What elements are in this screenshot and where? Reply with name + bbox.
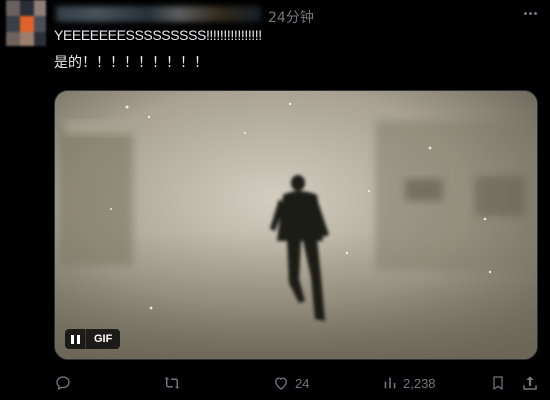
post-timestamp[interactable]: 24分钟 [268, 7, 314, 27]
heart-icon [275, 377, 287, 390]
bookmark-icon [493, 376, 503, 390]
more-icon-dot [528, 11, 532, 15]
share-icon [523, 376, 537, 390]
tweet: 24分钟 YEEEEEEESSSSSSSSS!!!!!!!!!!!!!!!! 是… [0, 0, 550, 400]
more-icon-dot [533, 11, 537, 15]
share-button[interactable] [521, 372, 539, 394]
retweet-button[interactable] [162, 372, 182, 394]
gif-label: GIF [85, 329, 121, 349]
pause-icon [70, 334, 74, 344]
pause-button[interactable] [65, 329, 85, 349]
gif-badge[interactable]: GIF [65, 329, 121, 349]
views-button[interactable]: 2,238 [382, 372, 436, 394]
author-name-redacted[interactable] [56, 6, 261, 22]
gif-media[interactable]: GIF [54, 90, 538, 360]
retweet-icon [164, 377, 180, 389]
avatar[interactable] [6, 0, 46, 46]
view-count: 2,238 [403, 375, 436, 391]
post-text-line-2: 是的！！！！！！！！！ [54, 55, 208, 71]
more-options-button[interactable] [520, 6, 540, 20]
more-icon [523, 11, 527, 15]
tweet-header: 24分钟 [56, 4, 516, 26]
reply-icon [56, 376, 70, 390]
like-count: 24 [295, 375, 310, 391]
like-button[interactable]: 24 [272, 372, 309, 394]
pause-icon-bar [76, 334, 80, 344]
bookmark-button[interactable] [490, 372, 506, 394]
gif-frame-image [55, 91, 537, 359]
views-icon [384, 377, 396, 389]
post-text-line-1: YEEEEEEESSSSSSSSS!!!!!!!!!!!!!!!! [54, 27, 262, 43]
action-bar: 24 2,238 [54, 372, 542, 394]
reply-button[interactable] [54, 372, 72, 394]
